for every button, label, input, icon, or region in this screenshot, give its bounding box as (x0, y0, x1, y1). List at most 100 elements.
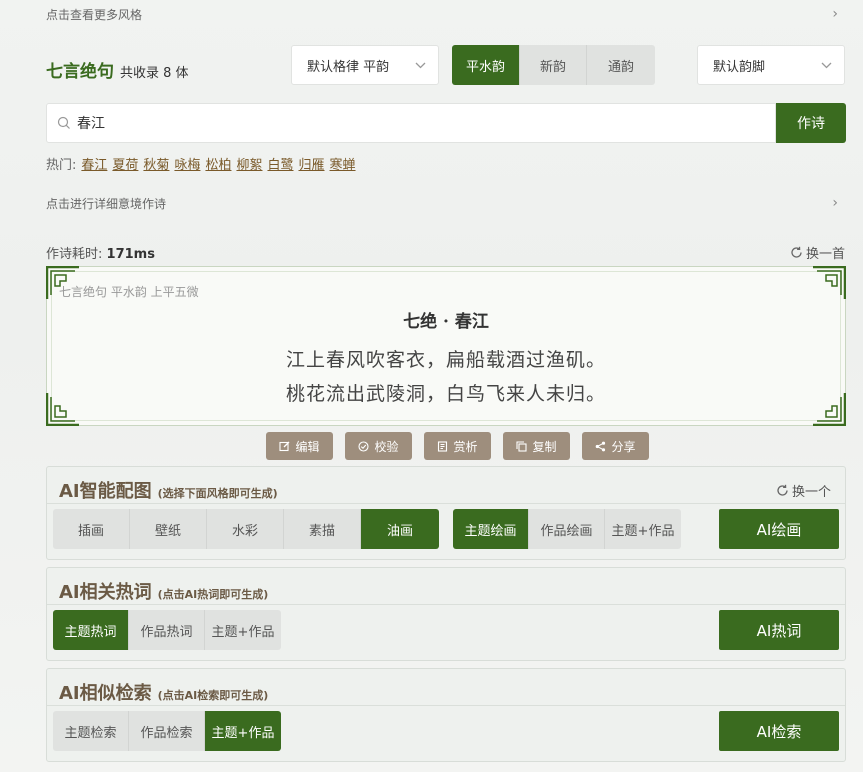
card-note: (点击AI热词即可生成) (157, 588, 269, 601)
edit-label: 编辑 (295, 439, 320, 454)
poem-line: 桃花流出武陵洞，白鸟飞来人未归。 (285, 383, 606, 405)
hot-item[interactable]: 夏荷 (112, 154, 138, 173)
image-style-tabs: 插画 壁纸 水彩 素描 油画 (53, 509, 439, 549)
tab-xinyun[interactable]: 新韵 (520, 45, 587, 85)
edit-button[interactable]: 编辑 (266, 432, 333, 460)
page-title: 七言绝句 共收录 8 体 (46, 57, 189, 82)
search-mode-tabs: 主题检索 作品检索 主题+作品 (53, 711, 281, 751)
style-sketch[interactable]: 素描 (284, 509, 361, 549)
poem-line: 江上春风吹客衣，扁船载酒过渔矶。 (285, 349, 606, 371)
refresh-icon (776, 483, 789, 498)
compose-button[interactable]: 作诗 (776, 103, 846, 143)
hot-item[interactable]: 白鹭 (267, 154, 293, 173)
search-icon (57, 116, 71, 131)
image-mode-tabs: 主题绘画 作品绘画 主题+作品 (453, 509, 681, 549)
ai-hotwords-card: AI相关热词 (点击AI热词即可生成) 主题热词 作品热词 主题+作品 AI热词 (46, 567, 846, 661)
mode-work-search[interactable]: 作品检索 (129, 711, 205, 751)
mode-theme-search[interactable]: 主题检索 (53, 711, 129, 751)
card-header: AI相似检索 (点击AI检索即可生成) (59, 679, 268, 705)
poem-title: 七绝 · 春江 (403, 312, 489, 332)
form-title: 七言绝句 (46, 62, 114, 82)
rhyme-foot-select[interactable]: 默认韵脚 (697, 45, 845, 85)
refresh-poem-label: 换一首 (805, 247, 845, 262)
rhyme-tabs: 平水韵 新韵 通韵 (452, 45, 655, 85)
chevron-down-icon (415, 59, 426, 72)
analysis-button[interactable]: 赏析 (424, 432, 491, 460)
verify-button[interactable]: 校验 (345, 432, 412, 460)
detailed-compose-label: 点击进行详细意境作诗 (46, 196, 167, 211)
detailed-compose-link[interactable]: 点击进行详细意境作诗 › (46, 193, 838, 213)
tab-pingshui[interactable]: 平水韵 (452, 45, 520, 85)
copy-icon (516, 439, 528, 453)
style-wallpaper[interactable]: 壁纸 (130, 509, 207, 549)
card-note: (选择下面风格即可生成) (157, 487, 278, 500)
mode-theme-hotword[interactable]: 主题热词 (53, 610, 129, 650)
ai-search-card: AI相似检索 (点击AI检索即可生成) 主题检索 作品检索 主题+作品 AI检索 (46, 668, 846, 762)
card-header: AI相关热词 (点击AI热词即可生成) (59, 578, 268, 604)
compose-time: 作诗耗时: 171ms (46, 243, 155, 262)
format-select[interactable]: 默认格律 平韵 (291, 45, 439, 85)
hotword-mode-tabs: 主题热词 作品热词 主题+作品 (53, 610, 281, 650)
poem-subtitle: 七言绝句 平水韵 上平五微 (59, 285, 199, 299)
ai-hotword-button[interactable]: AI热词 (719, 610, 839, 650)
form-count: 共收录 8 体 (120, 66, 189, 81)
hot-item[interactable]: 春江 (81, 154, 107, 173)
poem-card: 七言绝句 平水韵 上平五微 七绝 · 春江 江上春风吹客衣，扁船载酒过渔矶。 桃… (46, 266, 846, 426)
format-select-value: 默认格律 平韵 (307, 59, 390, 75)
style-oil-painting[interactable]: 油画 (361, 509, 439, 549)
verify-label: 校验 (374, 439, 399, 454)
hot-item[interactable]: 秋菊 (143, 154, 169, 173)
hot-item[interactable]: 松柏 (205, 154, 231, 173)
book-icon (437, 439, 448, 453)
hot-item[interactable]: 寒蝉 (330, 154, 356, 173)
card-header: AI智能配图 (选择下面风格即可生成) (59, 477, 278, 503)
mode-theme-paint[interactable]: 主题绘画 (453, 509, 529, 549)
card-divider (47, 705, 845, 706)
edit-icon (279, 439, 290, 453)
search-input[interactable] (77, 115, 717, 131)
copy-label: 复制 (532, 439, 557, 454)
chevron-right-icon: › (832, 195, 838, 211)
card-title: AI相似检索 (59, 683, 152, 704)
share-label: 分享 (611, 439, 636, 454)
analysis-label: 赏析 (453, 439, 478, 454)
poem-actions: 编辑 校验 赏析 复制 分享 (266, 432, 649, 460)
more-styles-label: 点击查看更多风格 (46, 7, 143, 22)
compose-time-label: 作诗耗时: (46, 247, 103, 262)
mode-work-hotword[interactable]: 作品热词 (129, 610, 205, 650)
more-styles-link[interactable]: 点击查看更多风格 › (46, 4, 838, 24)
card-note: (点击AI检索即可生成) (157, 689, 269, 702)
card-title: AI智能配图 (59, 481, 152, 502)
style-illustration[interactable]: 插画 (53, 509, 130, 549)
chevron-right-icon: › (832, 6, 838, 22)
mode-work-paint[interactable]: 作品绘画 (529, 509, 605, 549)
ai-paint-button[interactable]: AI绘画 (719, 509, 839, 549)
frame-corner-icon (813, 266, 846, 299)
mode-theme-work[interactable]: 主题+作品 (205, 610, 281, 650)
mode-theme-work[interactable]: 主题+作品 (205, 711, 281, 751)
card-divider (47, 604, 845, 605)
check-circle-icon (358, 439, 370, 453)
card-divider (47, 503, 845, 504)
refresh-image-button[interactable]: 换一个 (776, 481, 831, 500)
refresh-poem-button[interactable]: 换一首 (790, 243, 845, 262)
chevron-down-icon (821, 59, 832, 72)
hot-label: 热门: (46, 158, 77, 173)
mode-theme-work[interactable]: 主题+作品 (605, 509, 681, 549)
share-icon (595, 439, 606, 453)
share-button[interactable]: 分享 (582, 432, 649, 460)
ai-search-button[interactable]: AI检索 (719, 711, 839, 751)
refresh-icon (790, 245, 803, 260)
hot-item[interactable]: 柳絮 (236, 154, 262, 173)
refresh-image-label: 换一个 (791, 485, 831, 500)
ai-image-card: AI智能配图 (选择下面风格即可生成) 换一个 插画 壁纸 水彩 素描 油画 主… (46, 466, 846, 560)
hot-topics: 热门: 春江 夏荷 秋菊 咏梅 松柏 柳絮 白鹭 归雁 寒蝉 (46, 154, 356, 173)
compose-meta: 作诗耗时: 171ms 换一首 (46, 243, 845, 262)
card-title: AI相关热词 (59, 582, 152, 603)
hot-item[interactable]: 咏梅 (174, 154, 200, 173)
style-watercolor[interactable]: 水彩 (207, 509, 284, 549)
rhyme-foot-value: 默认韵脚 (713, 59, 766, 75)
hot-item[interactable]: 归雁 (299, 154, 325, 173)
tab-tongyun[interactable]: 通韵 (587, 45, 655, 85)
copy-button[interactable]: 复制 (503, 432, 570, 460)
